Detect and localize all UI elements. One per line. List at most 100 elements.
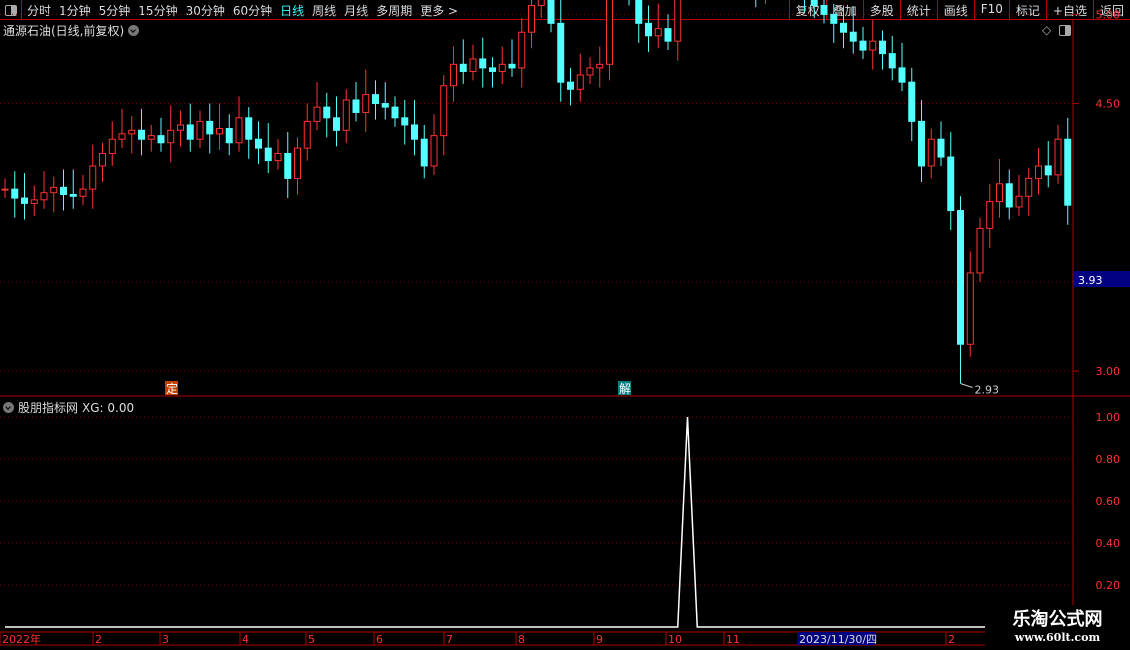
candle-body	[284, 152, 292, 179]
date-label: 10	[668, 633, 682, 646]
candle-body	[1005, 183, 1013, 208]
candle-body	[976, 227, 984, 274]
candle-body	[674, 0, 682, 42]
candle-body	[89, 165, 97, 190]
indicator-tick-label: 0.80	[1096, 453, 1121, 466]
candle-body	[557, 22, 565, 83]
candle-body	[303, 120, 311, 149]
candle-body	[830, 13, 838, 24]
candle-body	[108, 138, 116, 154]
candle-body	[362, 94, 370, 113]
current-price: 3.93	[1078, 274, 1103, 287]
candle-body	[576, 74, 584, 90]
candle-body	[840, 22, 847, 33]
candle-body	[1025, 177, 1033, 197]
date-label: 9	[596, 633, 603, 646]
date-label: 7	[446, 633, 453, 646]
candle-body	[654, 28, 662, 37]
candle-body	[60, 186, 67, 195]
candle-body	[1015, 195, 1023, 208]
candle-body	[927, 138, 935, 167]
date-label: 2	[948, 633, 955, 646]
candle-body	[313, 106, 321, 122]
candle-body	[820, 4, 828, 15]
candle-body	[430, 135, 438, 167]
candle-body	[333, 117, 340, 131]
candle-body	[177, 124, 184, 131]
candle-body	[479, 58, 487, 69]
candle-body	[469, 58, 477, 72]
candle-body	[898, 67, 906, 83]
candle-body	[937, 138, 945, 158]
candle-body	[489, 67, 496, 72]
price-tick-label: 5.00	[1096, 8, 1121, 21]
candle-body	[1044, 165, 1052, 176]
candle-body	[352, 99, 360, 113]
candle-body	[918, 120, 925, 167]
low-pointer	[960, 383, 973, 388]
candle-body	[567, 81, 574, 90]
candle-body	[879, 40, 886, 55]
date-label: 2	[95, 633, 102, 646]
candle-body	[147, 135, 155, 140]
candle-body	[138, 129, 145, 140]
candle-body	[420, 138, 428, 167]
date-label: 2022年	[2, 632, 41, 646]
indicator-tick-label: 0.20	[1096, 579, 1121, 592]
candle-body	[645, 22, 652, 37]
candle-body	[537, 0, 545, 6]
date-label: 6	[376, 633, 383, 646]
candle-body	[216, 128, 223, 135]
price-tick-label: 4.50	[1096, 98, 1121, 111]
candle-body	[372, 94, 379, 105]
candle-body	[245, 117, 253, 140]
candle-body	[99, 152, 106, 167]
candle-body	[342, 99, 350, 131]
watermark-url: www.60lt.com	[1014, 631, 1101, 644]
low-label: 2.93	[975, 383, 1000, 396]
date-label: 5	[308, 633, 315, 646]
candle-body	[849, 31, 857, 42]
date-label: 3	[162, 633, 169, 646]
candle-body	[986, 201, 994, 229]
indicator-tick-label: 0.40	[1096, 537, 1121, 550]
candle-body	[459, 63, 467, 72]
candle-body	[947, 156, 955, 212]
candle-body	[40, 192, 48, 201]
candle-body	[810, 0, 818, 6]
indicator-tick-label: 0.60	[1096, 495, 1121, 508]
candle-body	[255, 138, 262, 149]
candle-body	[50, 186, 58, 194]
candle-body	[323, 106, 331, 119]
candle-body	[274, 152, 282, 162]
candle-body	[11, 188, 19, 199]
candle-body	[196, 120, 204, 140]
candle-body	[1, 188, 9, 191]
candle-body	[869, 40, 877, 51]
candle-body	[294, 147, 301, 179]
date-label: 11	[726, 633, 740, 646]
kline-chart[interactable]: 6.506.005.505.004.503.503.001.000.800.60…	[0, 0, 1130, 650]
candle-body	[1064, 138, 1072, 206]
date-label: 4	[242, 633, 249, 646]
candle-body	[996, 183, 1003, 203]
candle-body	[21, 197, 28, 204]
candle-body	[118, 133, 126, 140]
candle-body	[440, 85, 448, 137]
candle-body	[157, 135, 165, 144]
candle-body	[235, 117, 243, 144]
indicator-tick-label: 1.00	[1096, 411, 1121, 424]
cursor-date: 2023/11/30/四	[799, 633, 877, 646]
candle-body	[206, 120, 214, 135]
candle-body	[586, 67, 594, 76]
marker-jie: 解	[619, 382, 631, 396]
candle-body	[528, 4, 535, 33]
marker-ding: 定	[166, 381, 178, 396]
candle-body	[167, 129, 175, 144]
candle-body	[859, 40, 867, 51]
candle-body	[508, 63, 516, 69]
candle-body	[498, 63, 506, 72]
candle-body	[401, 117, 409, 126]
date-label: 8	[518, 633, 525, 646]
candle-body	[606, 0, 613, 65]
